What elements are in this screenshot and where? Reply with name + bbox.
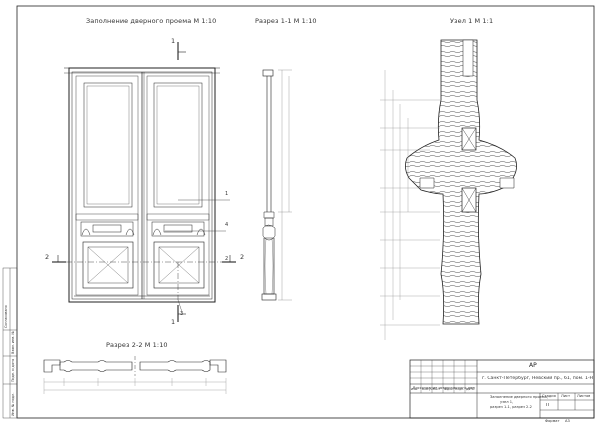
- stamp-agreed: Согласовано: [4, 305, 8, 328]
- row-label-izm: Изм.: [411, 387, 419, 391]
- stamp-inv-orig: Инв. № подл.: [11, 392, 15, 416]
- callout-4: 4: [225, 222, 229, 228]
- section-2-2-title: Разрез 2-2 М 1:10: [106, 341, 168, 349]
- row-label-date: Дата: [466, 387, 474, 391]
- section-2-2-dimensions: [43, 378, 227, 394]
- sheet-header: Лист: [561, 394, 571, 398]
- section-1-1: [261, 69, 277, 301]
- node-1-dimensions: [380, 70, 440, 340]
- sheet-desc-3: разрез 1-1, разрез 2-2: [490, 405, 532, 409]
- drawing-sheet: [2, 5, 595, 419]
- format-label: Формат: [545, 419, 560, 423]
- stamp-replace-inv: Взам. инв. №: [11, 330, 15, 354]
- door-elevation: [64, 67, 220, 303]
- section-2-2: [43, 356, 227, 376]
- cut-marker-1-bottom: 1: [171, 318, 176, 326]
- section-1-1-title: Разрез 1-1 М 1:10: [255, 17, 317, 25]
- cut-line-1: [177, 42, 186, 322]
- format-value: А3: [565, 419, 570, 423]
- elevation-title: Заполнение дверного проема М 1:10: [86, 17, 217, 25]
- cut-marker-2-right: 2: [240, 253, 245, 261]
- sheets-header: Листов: [577, 394, 591, 398]
- callout-leaders: [165, 199, 230, 313]
- sheet-desc-2: узел 1,: [500, 400, 514, 404]
- section-1-1-dimensions: [278, 69, 292, 301]
- node-1-title: Узел 1 М 1:1: [450, 17, 494, 25]
- address-line: г. Санкт-Петербург, Невский пр., 61, пом…: [482, 376, 593, 381]
- cut-marker-1-top: 1: [171, 37, 176, 45]
- callout-3: 3: [180, 311, 184, 317]
- row-label-kol: Кол.уч.: [422, 387, 434, 391]
- stage-code: АР: [529, 362, 537, 369]
- callout-2: 2: [225, 256, 229, 262]
- row-label-sign: Подп.: [455, 387, 465, 391]
- row-label-list: Лист: [433, 387, 441, 391]
- cut-marker-2-left: 2: [45, 253, 50, 261]
- row-label-doc: №док.: [444, 387, 454, 391]
- node-1-detail: [405, 39, 517, 325]
- callout-1: 1: [225, 191, 229, 197]
- stamp-sign-date: Подп. и дата: [11, 358, 15, 382]
- stage-header: Стадия: [542, 394, 556, 398]
- stage-value: П: [546, 403, 550, 408]
- sheet-desc-1: Заполнение дверного проема,: [490, 395, 548, 399]
